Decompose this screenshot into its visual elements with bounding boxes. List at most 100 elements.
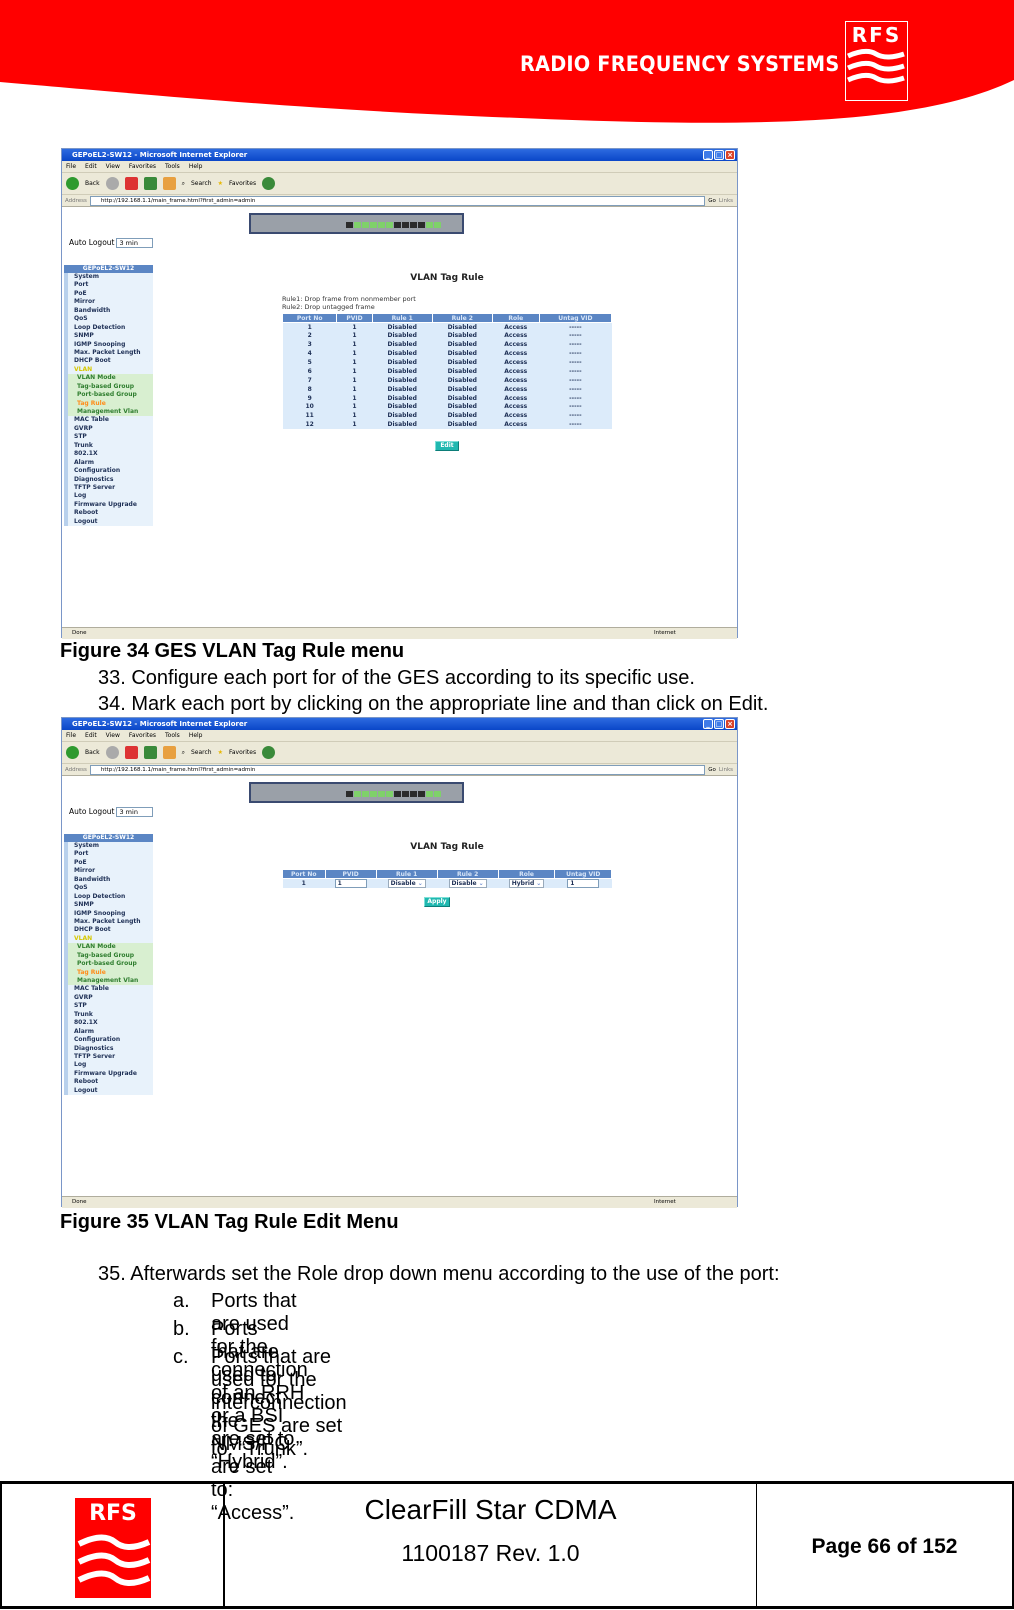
sidebar-item[interactable]: QoS — [64, 884, 153, 893]
sidebar-item[interactable]: Diagnostics — [64, 475, 153, 484]
favorites-button[interactable]: Favorites — [229, 749, 256, 756]
menu-item[interactable]: View — [106, 730, 120, 741]
sidebar-item[interactable]: 802.1X — [64, 1019, 153, 1028]
sidebar-item[interactable]: STP — [64, 433, 153, 442]
sidebar-item[interactable]: Max. Packet Length — [64, 348, 153, 358]
sidebar-item[interactable]: Loop Detection — [64, 892, 153, 902]
menu-item[interactable]: Tools — [165, 730, 180, 741]
favorites-icon[interactable]: ★ — [218, 180, 223, 187]
table-row[interactable]: 6 1 Disabled Disabled Access ----- — [282, 366, 612, 376]
maximize-icon[interactable]: □ — [714, 150, 724, 160]
forward-icon[interactable] — [105, 746, 119, 759]
menu-item[interactable]: Favorites — [129, 161, 156, 172]
table-row[interactable]: 1 1 Disabled Disabled Access ----- — [282, 322, 612, 332]
sidebar-item[interactable]: DHCP Boot — [64, 926, 153, 935]
close-icon[interactable]: × — [725, 719, 735, 729]
history-icon[interactable] — [262, 746, 276, 759]
sidebar-item[interactable]: Diagnostics — [64, 1044, 153, 1053]
role-select[interactable]: Hybrid ⌄ — [508, 879, 545, 888]
apply-button[interactable]: Apply — [424, 897, 450, 907]
sidebar-item[interactable]: Mirror — [64, 867, 153, 876]
rule2-select[interactable]: Disable ⌄ — [448, 879, 487, 888]
sidebar-item[interactable]: Tag Rule — [64, 968, 153, 977]
menu-item[interactable]: Edit — [85, 730, 97, 741]
url-input[interactable]: http://192.168.1.1/main_frame.html?first… — [89, 764, 706, 775]
sidebar-item[interactable]: IGMP Snooping — [64, 340, 153, 349]
back-button[interactable]: Back — [85, 749, 100, 756]
table-row[interactable]: 3 1 Disabled Disabled Access ----- — [282, 340, 612, 350]
sidebar-item[interactable]: Trunk — [64, 441, 153, 451]
sidebar-item[interactable]: MAC Table — [64, 985, 153, 994]
sidebar-item[interactable]: GVRP — [64, 424, 153, 434]
sidebar-item[interactable]: Log — [64, 1061, 153, 1070]
sidebar-item[interactable]: TFTP Server — [64, 1052, 153, 1062]
sidebar-item[interactable]: System — [64, 842, 153, 851]
sidebar-item[interactable]: Loop Detection — [64, 323, 153, 333]
sidebar-item[interactable]: GVRP — [64, 993, 153, 1003]
search-button[interactable]: Search — [191, 749, 212, 756]
table-row[interactable]: 11 1 Disabled Disabled Access ----- — [282, 411, 612, 421]
menu-item[interactable]: Help — [189, 161, 203, 172]
table-row[interactable]: 10 1 Disabled Disabled Access ----- — [282, 402, 612, 412]
sidebar-item[interactable]: Logout — [64, 1086, 153, 1096]
refresh-icon[interactable] — [143, 177, 157, 190]
sidebar-item[interactable]: DHCP Boot — [64, 357, 153, 366]
sidebar-item[interactable]: Bandwidth — [64, 875, 153, 885]
pvid-input[interactable]: 1 — [334, 879, 367, 888]
back-button[interactable]: Back — [85, 180, 100, 187]
links-label[interactable]: Links — [719, 767, 733, 773]
sidebar-item[interactable]: Reboot — [64, 1078, 153, 1087]
auto-logout-select[interactable]: 3 min — [116, 238, 154, 248]
sidebar-item[interactable]: Bandwidth — [64, 306, 153, 316]
maximize-icon[interactable]: □ — [714, 719, 724, 729]
go-button[interactable]: Go — [708, 198, 716, 204]
minimize-icon[interactable]: _ — [703, 150, 713, 160]
sidebar-item[interactable]: PoE — [64, 289, 153, 299]
sidebar-item[interactable]: STP — [64, 1002, 153, 1011]
search-icon[interactable]: ⌕ — [182, 180, 185, 188]
table-row[interactable]: 2 1 Disabled Disabled Access ----- — [282, 331, 612, 341]
edit-button[interactable]: Edit — [435, 441, 459, 451]
table-row[interactable]: 9 1 Disabled Disabled Access ----- — [282, 393, 612, 403]
sidebar-item[interactable]: Alarm — [64, 458, 153, 468]
sidebar-item[interactable]: Port — [64, 850, 153, 859]
close-icon[interactable]: × — [725, 150, 735, 160]
home-icon[interactable] — [162, 177, 176, 190]
sidebar-item[interactable]: Logout — [64, 517, 153, 527]
sidebar-item[interactable]: Tag-based Group — [64, 382, 153, 392]
back-icon[interactable] — [66, 177, 79, 190]
sidebar-item[interactable]: SNMP — [64, 332, 153, 341]
sidebar-item[interactable]: Reboot — [64, 509, 153, 518]
sidebar-item[interactable]: System — [64, 273, 153, 282]
sidebar-item[interactable]: Tag Rule — [64, 399, 153, 408]
sidebar-item[interactable]: 802.1X — [64, 450, 153, 459]
stop-icon[interactable] — [124, 746, 138, 759]
sidebar-item[interactable]: VLAN — [64, 365, 153, 375]
sidebar-item[interactable]: VLAN Mode — [64, 374, 153, 383]
table-row[interactable]: 7 1 Disabled Disabled Access ----- — [282, 375, 612, 385]
table-row[interactable]: 12 1 Disabled Disabled Access ----- — [282, 420, 612, 430]
auto-logout-select[interactable]: 3 min — [116, 807, 154, 817]
sidebar-item[interactable]: IGMP Snooping — [64, 909, 153, 918]
sidebar-item[interactable]: VLAN — [64, 934, 153, 944]
sidebar-item[interactable]: Configuration — [64, 1036, 153, 1045]
sidebar-item[interactable]: PoE — [64, 858, 153, 868]
links-label[interactable]: Links — [719, 198, 733, 204]
table-row[interactable]: 8 1 Disabled Disabled Access ----- — [282, 384, 612, 394]
table-row[interactable]: 4 1 Disabled Disabled Access ----- — [282, 349, 612, 359]
search-button[interactable]: Search — [191, 180, 212, 187]
sidebar-item[interactable]: Tag-based Group — [64, 951, 153, 961]
url-input[interactable]: http://192.168.1.1/main_frame.html?first… — [89, 195, 706, 206]
search-icon[interactable]: ⌕ — [182, 749, 185, 757]
rule1-select[interactable]: Disable ⌄ — [387, 879, 426, 888]
sidebar-item[interactable]: TFTP Server — [64, 483, 153, 493]
sidebar-item[interactable]: SNMP — [64, 901, 153, 910]
table-row[interactable]: 5 1 Disabled Disabled Access ----- — [282, 358, 612, 367]
menu-item[interactable]: Help — [189, 730, 203, 741]
sidebar-item[interactable]: QoS — [64, 315, 153, 324]
sidebar-item[interactable]: Management Vlan — [64, 408, 153, 417]
stop-icon[interactable] — [124, 177, 138, 190]
menu-item[interactable]: View — [106, 161, 120, 172]
menu-item[interactable]: Favorites — [129, 730, 156, 741]
sidebar-item[interactable]: Firmware Upgrade — [64, 500, 153, 510]
